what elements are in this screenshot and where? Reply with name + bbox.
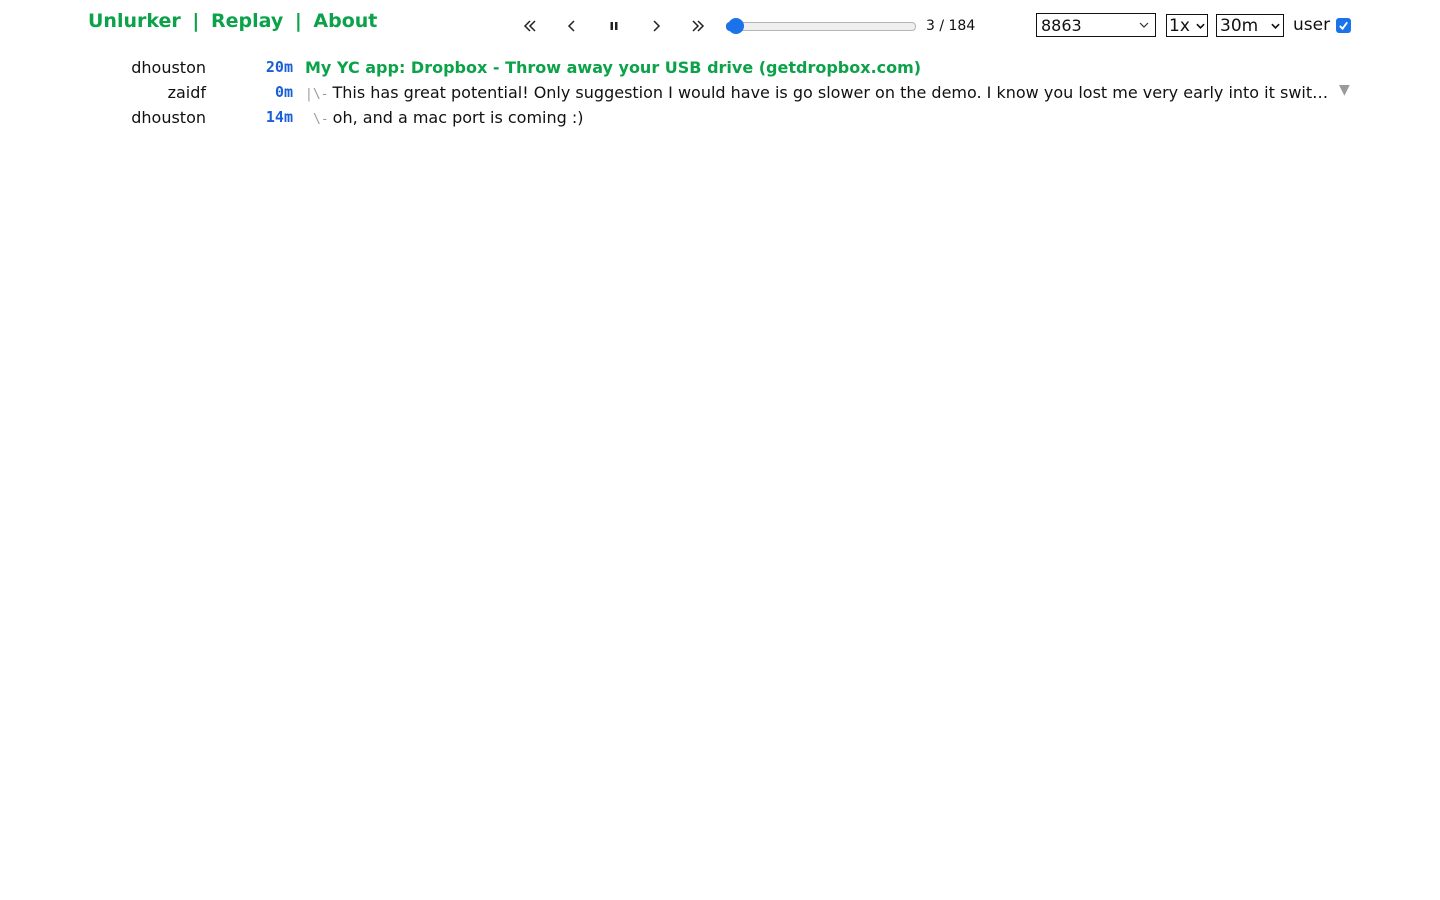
next-button[interactable] [638,12,674,40]
age-label: 20m [265,58,293,76]
time-window-select-value: 30m [1220,15,1259,36]
previous-button[interactable] [554,12,590,40]
thread-branch: \- [313,112,329,127]
slider-track [726,22,916,31]
story-select[interactable]: 8863 [1036,13,1156,37]
user-filter-label: user [1293,15,1331,35]
age-label: 0m [274,83,293,101]
chevron-left-icon [567,20,575,32]
chevron-down-icon [1270,23,1280,29]
speed-select-value: 1x [1169,15,1190,36]
double-chevron-right-icon [692,20,705,32]
comment-row: dhouston 14m \- oh, and a mac port is com… [0,105,1440,130]
comment-body[interactable]: \- oh, and a mac port is coming :) [305,108,1333,127]
double-chevron-left-icon [523,20,536,32]
nav-separator: | [192,10,200,32]
checkmark-icon [1339,21,1348,31]
expand-triangle-icon[interactable]: ▼ [1339,82,1350,98]
pause-button[interactable] [596,12,632,40]
comment-text: This has great potential! Only suggestio… [332,83,1329,102]
top-nav: Unlurker | Replay | About [88,10,377,32]
author-name[interactable]: dhouston [60,108,206,127]
chevron-down-icon [1195,23,1205,29]
thread-branch: |\- [305,87,329,102]
author-name[interactable]: dhouston [60,58,206,77]
progress-slider[interactable] [726,12,916,40]
story-select-value: 8863 [1041,15,1082,35]
comment-body[interactable]: |\- This has great potential! Only sugges… [305,83,1333,102]
nav-link-replay[interactable]: Replay [211,10,283,32]
story-title-link[interactable]: My YC app: Dropbox - Throw away your USB… [305,58,1333,77]
chevron-right-icon [653,20,661,32]
comment-text: oh, and a mac port is coming :) [332,108,584,127]
last-button[interactable] [680,12,716,40]
playback-controls: 3 / 184 [512,12,975,40]
story-row: dhouston 20m My YC app: Dropbox - Throw … [0,55,1440,80]
speed-select[interactable]: 1x [1166,14,1208,37]
position-counter: 3 / 184 [926,18,976,34]
header: Unlurker | Replay | About 3 / 184 8863 1… [0,0,1440,50]
first-button[interactable] [512,12,548,40]
time-window-select[interactable]: 30m [1216,14,1284,37]
slider-thumb[interactable] [727,18,744,34]
pause-icon [610,22,618,30]
chevron-down-icon [1137,22,1151,28]
author-name[interactable]: zaidf [60,83,206,102]
user-filter-checkbox[interactable] [1336,18,1351,33]
comment-row: zaidf 0m |\- This has great potential! On… [0,80,1440,105]
nav-separator: | [294,10,302,32]
nav-link-unlurker[interactable]: Unlurker [88,10,181,32]
comment-list: dhouston 20m My YC app: Dropbox - Throw … [0,55,1440,130]
nav-link-about[interactable]: About [313,10,377,32]
age-label: 14m [265,108,293,126]
